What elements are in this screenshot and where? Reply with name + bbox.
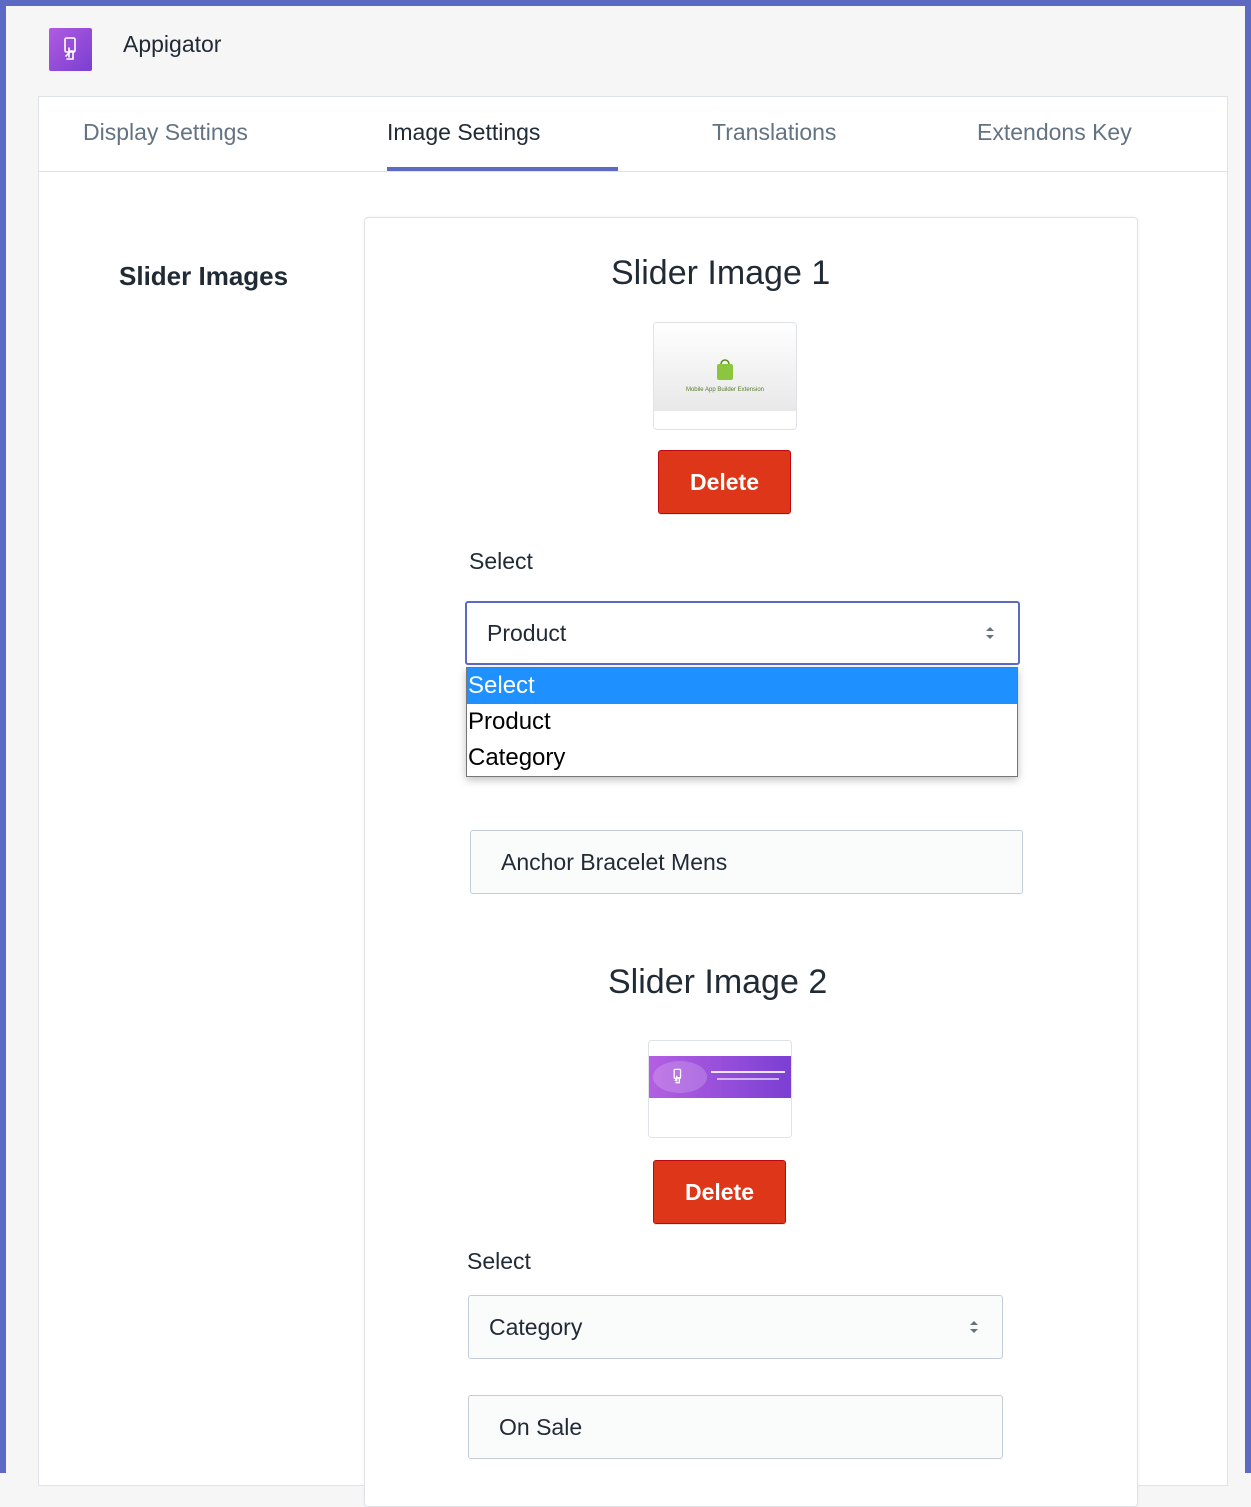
slider-1-delete-button[interactable]: Delete <box>658 450 791 514</box>
slider-2-category-field[interactable]: On Sale <box>468 1395 1003 1459</box>
slider-2-select-value: Category <box>489 1313 583 1340</box>
slider-1-link-type-select[interactable]: Product <box>465 601 1020 665</box>
slider-2-link-type-select[interactable]: Category <box>468 1295 1003 1359</box>
tab-bar: Display Settings Image Settings Translat… <box>39 97 1227 172</box>
slider-1-select-value: Product <box>487 619 567 646</box>
select-arrows-icon <box>970 1321 978 1333</box>
dropdown-option-product[interactable]: Product <box>467 704 1017 740</box>
slider-1-select-label: Select <box>469 548 533 574</box>
section-label-slider-images: Slider Images <box>119 261 289 291</box>
slider-images-panel: Slider Image 1 Mobile App Builder Extens… <box>364 217 1138 1507</box>
tab-extendons-key[interactable]: Extendons Key <box>977 119 1132 146</box>
slider-1-thumbnail: Mobile App Builder Extension <box>653 322 797 430</box>
dropdown-option-select[interactable]: Select <box>467 668 1017 704</box>
hand-tap-icon <box>63 36 76 60</box>
app-logo <box>49 28 92 71</box>
slider-2-title: Slider Image 2 <box>608 963 828 1001</box>
shopping-bag-icon <box>717 359 733 380</box>
settings-card: Display Settings Image Settings Translat… <box>38 96 1228 1507</box>
app-name: Appigator <box>123 31 222 57</box>
slider-1-product-field[interactable]: Anchor Bracelet Mens <box>470 830 1023 894</box>
slider-1-select-dropdown: Select Product Category <box>466 667 1018 777</box>
slider-2-select-label: Select <box>467 1248 531 1274</box>
active-tab-indicator <box>387 167 618 171</box>
slider-1-title: Slider Image 1 <box>611 254 831 292</box>
slider-2-thumbnail <box>648 1040 792 1138</box>
tab-translations[interactable]: Translations <box>712 119 836 146</box>
slider-2-delete-button[interactable]: Delete <box>653 1160 786 1224</box>
dropdown-option-category[interactable]: Category <box>467 740 1017 776</box>
tab-image-settings[interactable]: Image Settings <box>387 119 540 146</box>
hand-tap-icon <box>673 1068 682 1084</box>
top-bar: Appigator <box>6 6 1245 92</box>
tab-display-settings[interactable]: Display Settings <box>83 119 248 146</box>
select-arrows-icon <box>986 627 994 639</box>
slider-1-thumb-caption: Mobile App Builder Extension <box>685 387 765 393</box>
